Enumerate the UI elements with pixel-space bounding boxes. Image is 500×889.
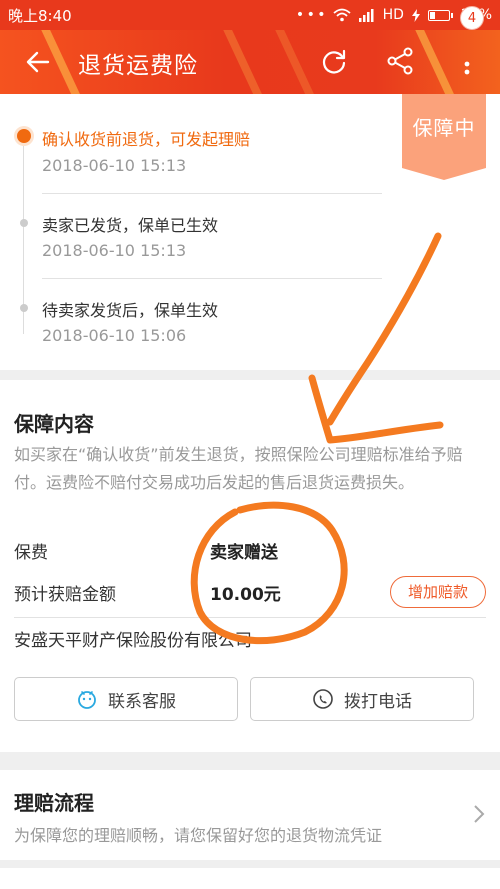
call-phone-button[interactable]: 拨打电话 [250,677,474,721]
timeline-dot [20,219,28,227]
timeline-dot-active [17,129,31,143]
coverage-title: 保障内容 [14,412,94,436]
charging-icon [411,8,420,22]
notification-badge: 4 [460,6,484,30]
refresh-icon[interactable] [318,45,350,77]
timeline-item-time: 2018-06-10 15:06 [42,326,187,345]
status-bar: 晚上8:40 • • • HD 26% [0,0,500,30]
divider [14,617,486,618]
claim-flow-title: 理赔流程 [14,791,94,815]
insurer-name: 安盛天平财产保险股份有限公司 [14,631,252,651]
timeline-item-text: 待卖家发货后，保单生效 [42,301,219,320]
payout-value: 10.00元 [210,585,281,605]
next-section [0,868,500,889]
status-time: 晚上8:40 [8,6,72,25]
divider [42,278,382,279]
share-icon[interactable] [384,45,416,77]
coverage-description: 如买家在“确认收货”前发生退货，按照保险公司理赔标准给予赔付。运费险不赔付交易成… [14,445,463,492]
header-decoration [413,30,459,94]
timeline-dot [20,304,28,312]
signal-icon [358,8,374,22]
divider [42,193,382,194]
timeline-item-text: 确认收货前退货，可发起理赔 [42,130,251,149]
network-type: HD [382,7,404,23]
premium-value: 卖家赠送 [210,543,278,563]
premium-label: 保费 [14,543,48,563]
payout-label: 预计获赔金额 [14,585,116,605]
battery-icon [427,9,453,21]
title-bar: 退货运费险 [0,30,500,94]
customer-service-icon [78,691,96,709]
status-tag: 保障中 [402,94,486,180]
header-decoration [273,30,319,94]
increase-payout-button[interactable]: 增加赔款 [390,576,486,608]
more-options-icon[interactable] [458,44,476,80]
contact-service-label: 联系客服 [108,691,176,712]
timeline-item-time: 2018-06-10 15:13 [42,241,187,260]
timeline-item-text: 卖家已发货，保单已生效 [42,216,219,235]
chevron-right-icon[interactable] [472,803,486,825]
claim-flow-description: 为保障您的理赔顺畅，请您保留好您的退货物流凭证 [14,826,383,845]
page-title: 退货运费险 [78,53,198,79]
header-decoration [221,30,267,94]
back-arrow-icon[interactable] [22,46,54,78]
wifi-icon [332,8,351,22]
call-phone-label: 拨打电话 [344,691,412,712]
timeline-item-time: 2018-06-10 15:13 [42,156,187,175]
notification-dots: • • • [295,7,326,23]
contact-service-button[interactable]: 联系客服 [14,677,238,721]
phone-icon [313,689,333,709]
